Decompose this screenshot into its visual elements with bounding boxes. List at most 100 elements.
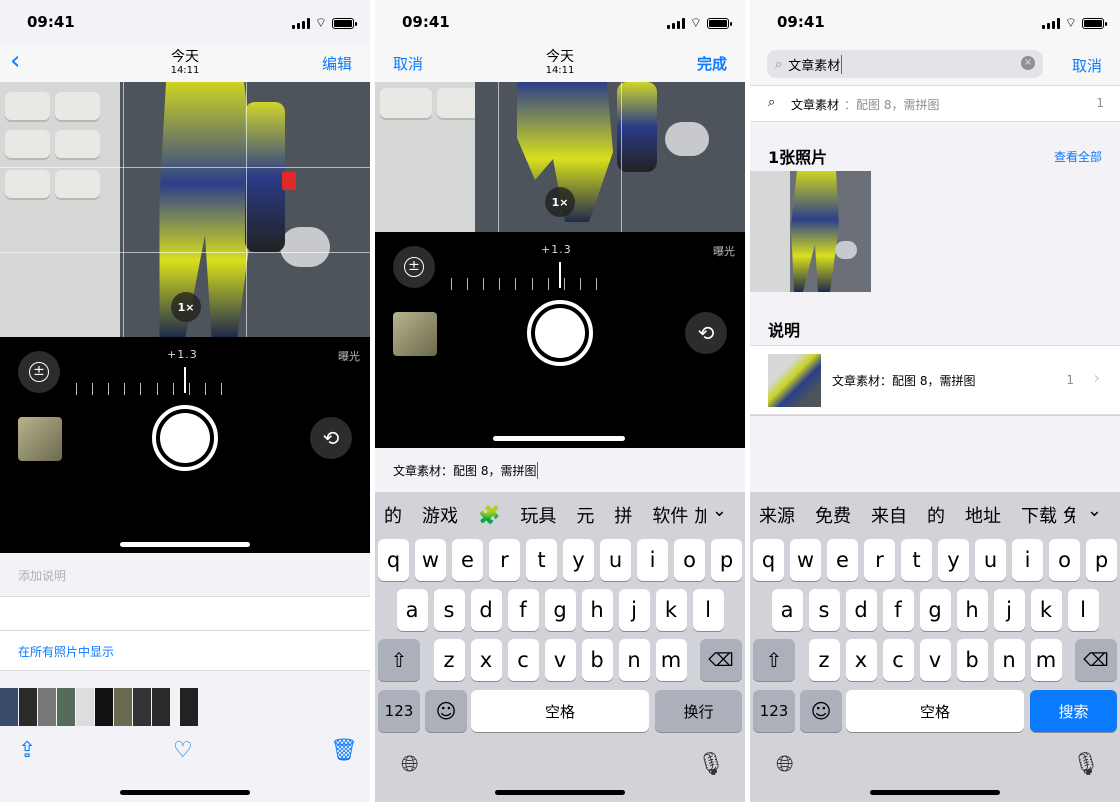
key[interactable]: d	[470, 589, 502, 631]
key[interactable]: m	[1030, 639, 1062, 681]
candidate-word[interactable]: 的	[927, 502, 945, 528]
candidate-word[interactable]: 加	[694, 502, 706, 528]
return-key[interactable]: 换行	[655, 690, 742, 732]
clear-icon[interactable]: ×	[1021, 56, 1035, 70]
key[interactable]: x	[845, 639, 877, 681]
exposure-slider[interactable]	[451, 276, 597, 290]
photo-result[interactable]	[750, 171, 871, 292]
key[interactable]: v	[919, 639, 951, 681]
candidate-word[interactable]: 玩具	[520, 502, 556, 528]
key[interactable]: w	[790, 539, 821, 581]
microphone-icon[interactable]: 🎙︎	[1072, 752, 1100, 777]
filmstrip[interactable]	[0, 688, 198, 726]
exposure-slider-handle[interactable]	[184, 367, 186, 393]
search-input-text[interactable]: 文章素材	[788, 54, 843, 74]
chevron-down-icon[interactable]: ⌄	[712, 500, 727, 521]
key[interactable]: u	[975, 539, 1006, 581]
candidate-word[interactable]: 🧩	[478, 505, 500, 526]
key[interactable]: t	[901, 539, 932, 581]
key[interactable]: h	[956, 589, 988, 631]
key[interactable]: b	[581, 639, 613, 681]
key[interactable]: o	[674, 539, 705, 581]
exposure-button[interactable]: ±	[18, 351, 60, 393]
backspace-icon[interactable]: ⌫	[1075, 639, 1117, 681]
key[interactable]: c	[507, 639, 539, 681]
key[interactable]: e	[452, 539, 483, 581]
zoom-button[interactable]: 1×	[545, 187, 575, 217]
globe-icon[interactable]: 🌐︎	[776, 752, 794, 777]
cancel-button[interactable]: 取消	[1072, 55, 1102, 76]
done-button[interactable]: 完成	[697, 53, 727, 74]
space-key[interactable]: 空格	[846, 690, 1024, 732]
key[interactable]: p	[711, 539, 742, 581]
emoji-icon[interactable]: ☺	[425, 690, 467, 732]
chevron-down-icon[interactable]: ⌄	[1087, 500, 1102, 521]
key[interactable]: r	[864, 539, 895, 581]
search-key[interactable]: 搜索	[1030, 690, 1117, 732]
numbers-key[interactable]: 123	[378, 690, 420, 732]
caption-input-text[interactable]: 文章素材：配图 8，需拼图	[393, 462, 539, 479]
candidate-word[interactable]: 来源	[759, 502, 795, 528]
emoji-icon[interactable]: ☺	[800, 690, 842, 732]
show-in-all-link[interactable]: 在所有照片中显示	[18, 643, 114, 660]
exposure-slider[interactable]	[76, 381, 222, 395]
key[interactable]: p	[1086, 539, 1117, 581]
key[interactable]: t	[526, 539, 557, 581]
candidate-word[interactable]: 地址	[965, 502, 1001, 528]
key[interactable]: d	[845, 589, 877, 631]
photo-viewer[interactable]: 1×	[375, 82, 745, 232]
candidate-word[interactable]: 免	[1063, 502, 1075, 528]
key[interactable]: e	[827, 539, 858, 581]
key[interactable]: b	[956, 639, 988, 681]
numbers-key[interactable]: 123	[753, 690, 795, 732]
caption-row[interactable]: 添加说明	[0, 553, 370, 597]
key[interactable]: x	[470, 639, 502, 681]
key[interactable]: y	[563, 539, 594, 581]
key[interactable]: j	[993, 589, 1025, 631]
key[interactable]: z	[433, 639, 465, 681]
photo-viewer[interactable]: 1×	[0, 82, 370, 337]
space-key[interactable]: 空格	[471, 690, 649, 732]
search-suggestion[interactable]: ⌕ 文章素材 ：配图 8，需拼图 1	[750, 86, 1120, 122]
candidate-word[interactable]: 来自	[871, 502, 907, 528]
key[interactable]: q	[753, 539, 784, 581]
last-photo-thumbnail[interactable]	[393, 312, 437, 356]
key[interactable]: l	[692, 589, 724, 631]
show-in-all-row[interactable]: 在所有照片中显示	[0, 631, 370, 671]
share-icon[interactable]: ⇪	[18, 738, 36, 763]
key[interactable]: r	[489, 539, 520, 581]
shutter-button[interactable]	[152, 405, 218, 471]
candidate-word[interactable]: 元	[576, 502, 594, 528]
key[interactable]: a	[396, 589, 428, 631]
shutter-button[interactable]	[527, 300, 593, 366]
key[interactable]: u	[600, 539, 631, 581]
key[interactable]: a	[771, 589, 803, 631]
exposure-button[interactable]: ±	[393, 246, 435, 288]
backspace-icon[interactable]: ⌫	[700, 639, 742, 681]
microphone-icon[interactable]: 🎙︎	[697, 752, 725, 777]
key[interactable]: q	[378, 539, 409, 581]
last-photo-thumbnail[interactable]	[18, 417, 62, 461]
key[interactable]: k	[1030, 589, 1062, 631]
caption-field[interactable]: 文章素材：配图 8，需拼图	[375, 448, 745, 492]
key[interactable]: y	[938, 539, 969, 581]
heart-icon[interactable]: ♡	[173, 738, 193, 763]
flip-camera-icon[interactable]: ⟲	[310, 417, 352, 459]
key[interactable]: h	[581, 589, 613, 631]
key[interactable]: v	[544, 639, 576, 681]
edit-button[interactable]: 编辑	[322, 53, 352, 74]
key[interactable]: f	[882, 589, 914, 631]
candidate-word[interactable]: 下载	[1021, 502, 1057, 528]
key[interactable]: n	[618, 639, 650, 681]
zoom-button[interactable]: 1×	[171, 292, 201, 322]
key[interactable]: m	[655, 639, 687, 681]
key[interactable]: i	[637, 539, 668, 581]
key[interactable]: f	[507, 589, 539, 631]
key[interactable]: g	[919, 589, 951, 631]
globe-icon[interactable]: 🌐︎	[401, 752, 419, 777]
flip-camera-icon[interactable]: ⟲	[685, 312, 727, 354]
see-all-link[interactable]: 查看全部	[1054, 148, 1102, 165]
search-input[interactable]: ⌕ 文章素材 ×	[767, 50, 1043, 78]
key[interactable]: s	[808, 589, 840, 631]
candidate-word[interactable]: 游戏	[422, 502, 458, 528]
